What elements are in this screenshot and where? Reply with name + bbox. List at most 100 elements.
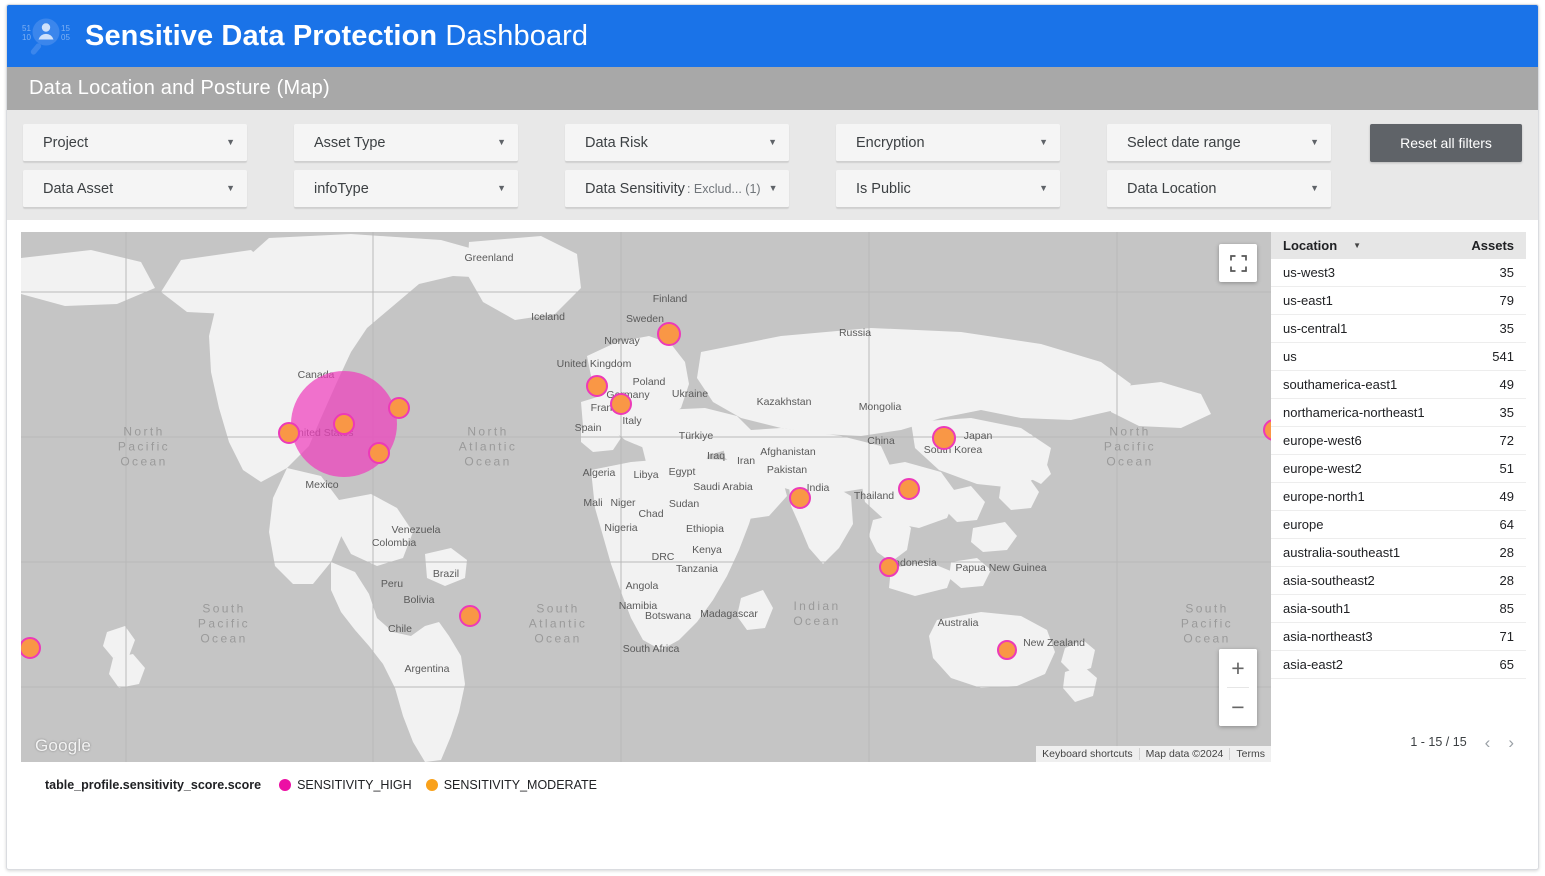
map-bubble-moderate[interactable] (278, 422, 300, 444)
legend-key-label: table_profile.sensitivity_score.score (45, 778, 261, 792)
chevron-down-icon[interactable]: ▼ (212, 138, 235, 147)
filter-encryption[interactable]: Encryption ▼ (836, 124, 1060, 162)
table-row[interactable]: asia-southeast228 (1271, 567, 1526, 595)
cell-assets: 85 (1500, 601, 1514, 616)
cell-location: asia-south1 (1283, 601, 1500, 616)
map-bubble-moderate[interactable] (657, 322, 681, 346)
zoom-out-button[interactable]: − (1219, 688, 1257, 726)
data-location-map[interactable]: GreenlandIcelandFinlandSwedenNorwayRussi… (21, 232, 1271, 762)
legend-item: SENSITIVITY_MODERATE (426, 778, 597, 792)
filter-bar: Project▼ Asset Type▼ Data Risk ▼ Encryption ▼… (7, 110, 1538, 220)
chevron-down-icon[interactable]: ▼ (212, 184, 235, 193)
filter-date-range-label: Select date range (1127, 135, 1241, 151)
map-attribution-item[interactable]: Map data ©2024 (1139, 748, 1230, 760)
google-wordmark: Google (35, 736, 91, 756)
table-row[interactable]: asia-south185 (1271, 595, 1526, 623)
cell-location: us-west3 (1283, 265, 1500, 280)
sort-descending-icon[interactable]: ▼ (1353, 241, 1361, 250)
table-row[interactable]: europe-north149 (1271, 483, 1526, 511)
filter-data-sensitivity-value: : Exclud... (1) (687, 182, 761, 196)
table-row[interactable]: asia-east265 (1271, 651, 1526, 679)
filter-infotype-cell: infoType ▼ (294, 170, 565, 208)
chevron-down-icon[interactable]: ▼ (769, 184, 778, 193)
filter-infotype-label: infoType (314, 181, 369, 197)
filter-encryption-label: Encryption (856, 135, 925, 151)
filter-data-asset[interactable]: Data Asset ▼ (23, 170, 247, 208)
dashboard-root: 51 10 15 05 Sensitive Data Protection Da… (0, 0, 1545, 876)
map-bubble-moderate[interactable] (879, 557, 899, 577)
filter-asset-type-cell: Asset Type▼ (294, 124, 565, 162)
chevron-down-icon[interactable]: ▼ (483, 138, 506, 147)
map-attribution-item[interactable]: Terms (1229, 748, 1271, 760)
table-row[interactable]: us-west335 (1271, 259, 1526, 287)
cell-assets: 79 (1500, 293, 1514, 308)
table-row[interactable]: us-east179 (1271, 287, 1526, 315)
filter-data-location-label: Data Location (1127, 181, 1216, 197)
svg-text:51: 51 (22, 24, 31, 33)
fullscreen-icon[interactable] (1219, 244, 1257, 282)
table-row[interactable]: asia-northeast371 (1271, 623, 1526, 651)
column-header-location[interactable]: Location ▼ (1283, 238, 1471, 253)
zoom-in-button[interactable]: + (1219, 649, 1257, 687)
filter-data-risk-label: Data Risk (585, 135, 648, 151)
table-row[interactable]: us-central135 (1271, 315, 1526, 343)
filter-data-location[interactable]: Data Location ▼ (1107, 170, 1331, 208)
chevron-down-icon[interactable]: ▼ (1025, 138, 1048, 147)
map-bubble-moderate[interactable] (459, 605, 481, 627)
map-attribution-item[interactable]: Keyboard shortcuts (1036, 748, 1138, 760)
cell-assets: 65 (1500, 657, 1514, 672)
pagination-range: 1 - 15 / 15 (1410, 735, 1466, 749)
table-row[interactable]: us541 (1271, 343, 1526, 371)
cell-assets: 35 (1500, 321, 1514, 336)
cell-assets: 51 (1500, 461, 1514, 476)
table-row[interactable]: europe-west672 (1271, 427, 1526, 455)
filter-is-public-label: Is Public (856, 181, 911, 197)
chevron-down-icon[interactable]: ▼ (483, 184, 506, 193)
map-bubble-moderate[interactable] (333, 413, 355, 435)
map-bubble-moderate[interactable] (610, 393, 632, 415)
map-bubble-moderate[interactable] (368, 442, 390, 464)
cell-assets: 28 (1500, 545, 1514, 560)
chevron-right-icon[interactable]: › (1508, 734, 1514, 751)
filter-date-range[interactable]: Select date range ▼ (1107, 124, 1331, 162)
filter-is-public-cell: Is Public ▼ (836, 170, 1107, 208)
cell-location: australia-southeast1 (1283, 545, 1500, 560)
chevron-down-icon[interactable]: ▼ (1025, 184, 1048, 193)
table-row[interactable]: europe-west251 (1271, 455, 1526, 483)
cell-location: us-east1 (1283, 293, 1500, 308)
filter-project[interactable]: Project▼ (23, 124, 247, 162)
cell-location: us-central1 (1283, 321, 1500, 336)
table-row[interactable]: southamerica-east149 (1271, 371, 1526, 399)
table-header-row[interactable]: Location ▼ Assets (1271, 232, 1526, 259)
filter-data-risk-cell: Data Risk ▼ (565, 124, 836, 162)
map-legend: table_profile.sensitivity_score.score SE… (21, 778, 1524, 792)
legend-item-label: SENSITIVITY_HIGH (297, 778, 412, 792)
chevron-down-icon[interactable]: ▼ (1296, 138, 1319, 147)
reset-all-filters-button[interactable]: Reset all filters (1370, 124, 1522, 162)
map-bubble-moderate[interactable] (932, 426, 956, 450)
chevron-left-icon[interactable]: ‹ (1485, 734, 1491, 751)
map-bubble-moderate[interactable] (586, 375, 608, 397)
chevron-down-icon[interactable]: ▼ (754, 138, 777, 147)
chevron-down-icon[interactable]: ▼ (1296, 184, 1319, 193)
filter-data-asset-label: Data Asset (43, 181, 113, 197)
map-bubble-moderate[interactable] (388, 397, 410, 419)
map-bubble-moderate[interactable] (789, 487, 811, 509)
map-bubble-moderate[interactable] (898, 478, 920, 500)
filter-data-risk[interactable]: Data Risk ▼ (565, 124, 789, 162)
map-and-table-panel: GreenlandIcelandFinlandSwedenNorwayRussi… (21, 232, 1526, 762)
cell-assets: 49 (1500, 489, 1514, 504)
table-row[interactable]: europe64 (1271, 511, 1526, 539)
cell-assets: 49 (1500, 377, 1514, 392)
app-title-light: Dashboard (445, 20, 588, 52)
table-body: us-west335us-east179us-central135us541so… (1271, 259, 1526, 679)
filter-infotype[interactable]: infoType ▼ (294, 170, 518, 208)
filter-is-public[interactable]: Is Public ▼ (836, 170, 1060, 208)
column-header-assets[interactable]: Assets (1471, 238, 1514, 253)
table-row[interactable]: australia-southeast128 (1271, 539, 1526, 567)
filter-data-asset-cell: Data Asset ▼ (23, 170, 294, 208)
filter-asset-type[interactable]: Asset Type▼ (294, 124, 518, 162)
map-bubble-moderate[interactable] (997, 640, 1017, 660)
filter-data-sensitivity[interactable]: Data Sensitivity: Exclud... (1)▼ (565, 170, 789, 208)
table-row[interactable]: northamerica-northeast135 (1271, 399, 1526, 427)
